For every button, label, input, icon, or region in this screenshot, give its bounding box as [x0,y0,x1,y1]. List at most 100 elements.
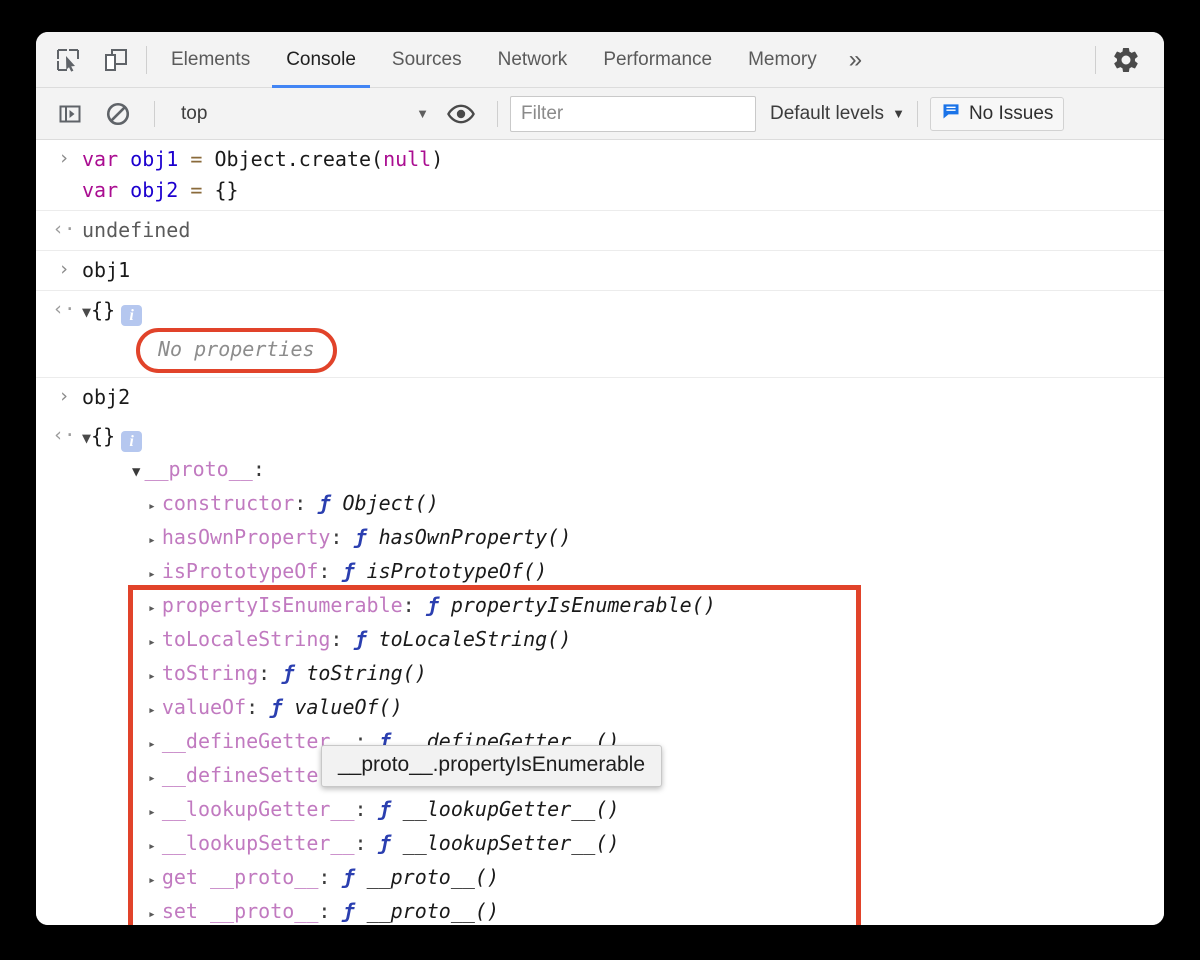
log-levels-select[interactable]: Default levels ▼ [770,103,905,125]
tab-network[interactable]: Network [480,32,586,88]
property-name: hasOwnProperty [161,525,331,549]
property-space [391,797,403,821]
function-marker-icon: ƒ [426,593,439,617]
property-colon: : [354,831,367,855]
property-value: valueOf() [294,695,403,719]
device-toolbar-icon[interactable] [92,36,140,84]
clear-console-icon[interactable] [94,90,142,138]
console-input-obj2[interactable]: › obj2 [36,378,1164,417]
expand-arrow-icon[interactable]: ▸ [148,669,156,684]
token-braces: {} [214,178,239,202]
result-obj1-braces: {} [91,298,116,322]
console-result-undefined[interactable]: ‹· undefined [36,211,1164,251]
proto-row[interactable]: ▼ __proto__: [36,454,1164,488]
console-toolbar-divider-1 [154,100,155,127]
result-obj1-header[interactable]: ▼{} i [36,295,1164,328]
property-name: constructor [161,491,295,515]
property-colon: : [354,797,367,821]
expand-arrow-icon[interactable]: ▸ [148,873,156,888]
info-icon[interactable]: i [121,305,143,326]
function-marker-icon: ƒ [318,491,331,515]
console-input-entry[interactable]: › var obj1 = Object.create(null) var obj… [36,140,1164,211]
log-levels-label: Default levels [770,102,885,124]
expand-arrow-icon[interactable]: ▸ [148,703,156,718]
property-name: toLocaleString [161,627,331,651]
expand-arrow-icon[interactable]: ▸ [148,839,156,854]
expand-arrow-icon[interactable]: ▸ [148,601,156,616]
property-row[interactable]: ▸ isPrototypeOf: ƒ isPrototypeOf() [148,556,1164,590]
expand-arrow-icon[interactable]: ▸ [148,771,156,786]
tab-console[interactable]: Console [268,32,374,88]
property-space [330,865,342,889]
property-colon: : [318,865,331,889]
input-chevron-icon: › [58,258,70,280]
expand-arrow-icon[interactable]: ▸ [148,567,156,582]
expand-arrow-icon[interactable]: ▸ [148,533,156,548]
tab-performance[interactable]: Performance [585,32,730,88]
property-value: __proto__() [366,899,500,923]
token-operator: = [190,178,203,202]
property-row[interactable]: ▸ toString: ƒ toString() [148,658,1164,692]
info-icon[interactable]: i [121,431,143,452]
expand-arrow-icon[interactable]: ▸ [148,805,156,820]
property-row[interactable]: ▸ __lookupSetter__: ƒ __lookupSetter__() [148,828,1164,862]
expand-triangle-icon[interactable]: ▼ [82,429,91,447]
token-operator: = [190,147,203,171]
console-sidebar-icon[interactable] [46,90,94,138]
token-keyword: var [82,178,119,202]
function-marker-icon: ƒ [342,559,355,583]
screenshot-root: Elements Console Sources Network Perform… [0,0,1200,960]
issues-button[interactable]: No Issues [929,96,1065,131]
property-row[interactable]: ▸ constructor: ƒ Object() [148,488,1164,522]
property-row[interactable]: ▸ valueOf: ƒ valueOf() [148,692,1164,726]
property-row[interactable]: ▸ propertyIsEnumerable: ƒ propertyIsEnume… [148,590,1164,624]
no-properties-highlight: No properties [136,328,337,373]
gear-icon[interactable] [1102,36,1150,84]
property-name: toString [161,661,259,685]
inspect-cursor-icon[interactable] [44,36,92,84]
property-row[interactable]: ▸ hasOwnProperty: ƒ hasOwnProperty() [148,522,1164,556]
property-space [282,695,294,719]
property-space [306,491,318,515]
expand-triangle-icon[interactable]: ▼ [82,303,91,321]
tab-sources[interactable]: Sources [374,32,480,88]
property-row[interactable]: ▸ get __proto__: ƒ __proto__() [148,862,1164,896]
result-obj2-header[interactable]: ▼{} i [36,421,1164,454]
expand-arrow-icon[interactable]: ▸ [148,737,156,752]
expand-arrow-icon[interactable]: ▸ [148,499,156,514]
token-call: Object.create( [214,147,384,171]
chevron-down-icon: ▼ [416,106,429,121]
property-colon: : [330,627,343,651]
console-input-obj1[interactable]: › obj1 [36,251,1164,291]
more-tabs-chevron-icon[interactable]: » [835,32,876,88]
function-marker-icon: ƒ [354,627,367,651]
devtools-window: Elements Console Sources Network Perform… [36,32,1164,925]
console-result-obj1[interactable]: ‹· ▼{} i No properties [36,291,1164,378]
property-row[interactable]: ▸ set __proto__: ƒ __proto__() [148,896,1164,925]
eye-icon[interactable] [437,90,485,138]
property-space [355,559,367,583]
console-input-line-2: var obj2 = {} [36,175,1164,206]
property-row[interactable]: ▸ toLocaleString: ƒ toLocaleString() [148,624,1164,658]
console-toolbar: top ▼ Default levels ▼ [36,88,1164,140]
expand-arrow-icon[interactable]: ▸ [148,635,156,650]
property-space [367,525,379,549]
expand-triangle-icon[interactable]: ▼ [132,464,140,480]
tab-elements[interactable]: Elements [153,32,268,88]
console-toolbar-divider-3 [916,100,918,127]
property-value: hasOwnProperty() [378,525,572,549]
property-row[interactable]: ▸ __lookupGetter__: ƒ __lookupGetter__() [148,794,1164,828]
property-space [355,899,367,923]
console-output[interactable]: › var obj1 = Object.create(null) var obj… [36,140,1164,925]
tab-elements-label: Elements [171,48,251,70]
function-marker-icon: ƒ [270,695,283,719]
filter-input[interactable] [510,95,756,132]
property-space [367,627,379,651]
console-result-obj2[interactable]: ‹· ▼{} i ▼ __proto__: ▸ constructor: ƒ Obje… [36,417,1164,925]
execution-context-select[interactable]: top ▼ [167,97,437,131]
tab-memory[interactable]: Memory [730,32,835,88]
expand-arrow-icon[interactable]: ▸ [148,907,156,922]
